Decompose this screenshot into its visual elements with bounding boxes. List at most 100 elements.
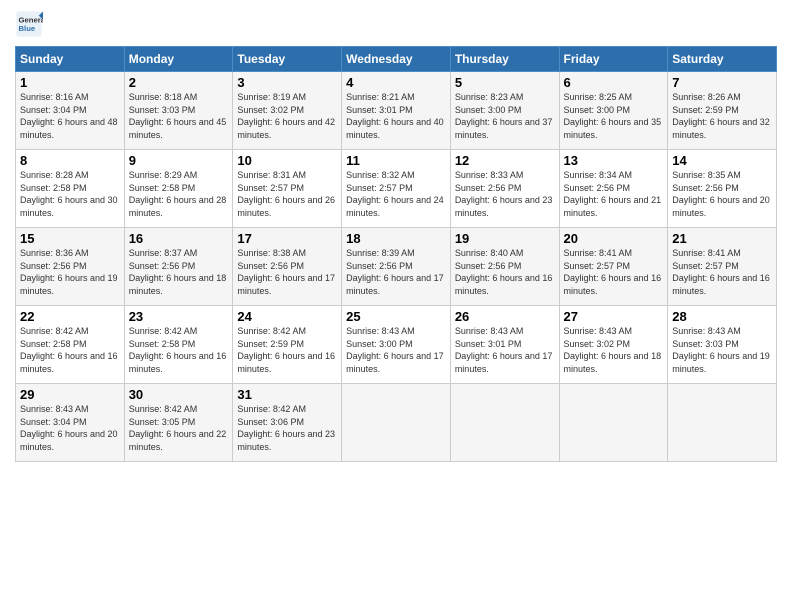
day-number: 18 [346,231,446,246]
day-number: 12 [455,153,555,168]
cell-info: Sunrise: 8:43 AMSunset: 3:02 PMDaylight:… [564,325,664,375]
column-header-monday: Monday [124,47,233,72]
cell-info: Sunrise: 8:36 AMSunset: 2:56 PMDaylight:… [20,247,120,297]
day-number: 30 [129,387,229,402]
day-number: 6 [564,75,664,90]
calendar-cell: 30Sunrise: 8:42 AMSunset: 3:05 PMDayligh… [124,384,233,462]
day-number: 24 [237,309,337,324]
calendar-cell: 19Sunrise: 8:40 AMSunset: 2:56 PMDayligh… [450,228,559,306]
calendar-cell: 25Sunrise: 8:43 AMSunset: 3:00 PMDayligh… [342,306,451,384]
column-header-thursday: Thursday [450,47,559,72]
cell-info: Sunrise: 8:33 AMSunset: 2:56 PMDaylight:… [455,169,555,219]
calendar-cell: 16Sunrise: 8:37 AMSunset: 2:56 PMDayligh… [124,228,233,306]
cell-info: Sunrise: 8:41 AMSunset: 2:57 PMDaylight:… [564,247,664,297]
calendar-cell: 3Sunrise: 8:19 AMSunset: 3:02 PMDaylight… [233,72,342,150]
day-number: 21 [672,231,772,246]
calendar-cell [450,384,559,462]
calendar-body: 1Sunrise: 8:16 AMSunset: 3:04 PMDaylight… [16,72,777,462]
day-number: 26 [455,309,555,324]
cell-info: Sunrise: 8:42 AMSunset: 3:06 PMDaylight:… [237,403,337,453]
column-header-sunday: Sunday [16,47,125,72]
calendar-cell: 1Sunrise: 8:16 AMSunset: 3:04 PMDaylight… [16,72,125,150]
calendar-cell: 23Sunrise: 8:42 AMSunset: 2:58 PMDayligh… [124,306,233,384]
cell-info: Sunrise: 8:32 AMSunset: 2:57 PMDaylight:… [346,169,446,219]
cell-info: Sunrise: 8:19 AMSunset: 3:02 PMDaylight:… [237,91,337,141]
day-number: 8 [20,153,120,168]
calendar-cell: 29Sunrise: 8:43 AMSunset: 3:04 PMDayligh… [16,384,125,462]
calendar-cell: 7Sunrise: 8:26 AMSunset: 2:59 PMDaylight… [668,72,777,150]
calendar-cell: 26Sunrise: 8:43 AMSunset: 3:01 PMDayligh… [450,306,559,384]
day-number: 16 [129,231,229,246]
calendar-table: SundayMondayTuesdayWednesdayThursdayFrid… [15,46,777,462]
svg-text:General: General [19,16,44,25]
day-number: 3 [237,75,337,90]
calendar-cell: 4Sunrise: 8:21 AMSunset: 3:01 PMDaylight… [342,72,451,150]
calendar-cell: 22Sunrise: 8:42 AMSunset: 2:58 PMDayligh… [16,306,125,384]
day-number: 4 [346,75,446,90]
cell-info: Sunrise: 8:16 AMSunset: 3:04 PMDaylight:… [20,91,120,141]
cell-info: Sunrise: 8:37 AMSunset: 2:56 PMDaylight:… [129,247,229,297]
day-number: 14 [672,153,772,168]
cell-info: Sunrise: 8:35 AMSunset: 2:56 PMDaylight:… [672,169,772,219]
calendar-cell: 13Sunrise: 8:34 AMSunset: 2:56 PMDayligh… [559,150,668,228]
day-number: 7 [672,75,772,90]
week-row-5: 29Sunrise: 8:43 AMSunset: 3:04 PMDayligh… [16,384,777,462]
cell-info: Sunrise: 8:29 AMSunset: 2:58 PMDaylight:… [129,169,229,219]
calendar-cell: 14Sunrise: 8:35 AMSunset: 2:56 PMDayligh… [668,150,777,228]
calendar-cell: 5Sunrise: 8:23 AMSunset: 3:00 PMDaylight… [450,72,559,150]
cell-info: Sunrise: 8:42 AMSunset: 2:58 PMDaylight:… [129,325,229,375]
cell-info: Sunrise: 8:40 AMSunset: 2:56 PMDaylight:… [455,247,555,297]
cell-info: Sunrise: 8:43 AMSunset: 3:00 PMDaylight:… [346,325,446,375]
calendar-cell: 9Sunrise: 8:29 AMSunset: 2:58 PMDaylight… [124,150,233,228]
calendar-cell [342,384,451,462]
day-number: 15 [20,231,120,246]
week-row-4: 22 Sunrise: 8:42 AMSunset: 2:58 PMDayligh… [16,306,777,384]
day-number: 9 [129,153,229,168]
day-number: 20 [564,231,664,246]
calendar-cell: 6Sunrise: 8:25 AMSunset: 3:00 PMDaylight… [559,72,668,150]
cell-info: Sunrise: 8:26 AMSunset: 2:59 PMDaylight:… [672,91,772,141]
week-row-3: 15Sunrise: 8:36 AMSunset: 2:56 PMDayligh… [16,228,777,306]
calendar-cell: 15Sunrise: 8:36 AMSunset: 2:56 PMDayligh… [16,228,125,306]
day-number: 10 [237,153,337,168]
calendar-cell: 2Sunrise: 8:18 AMSunset: 3:03 PMDaylight… [124,72,233,150]
calendar-cell [559,384,668,462]
day-number: 31 [237,387,337,402]
calendar-cell: 17Sunrise: 8:38 AMSunset: 2:56 PMDayligh… [233,228,342,306]
cell-info: Sunrise: 8:43 AMSunset: 3:04 PMDaylight:… [20,403,120,453]
calendar-cell: 12Sunrise: 8:33 AMSunset: 2:56 PMDayligh… [450,150,559,228]
cell-info: Sunrise: 8:42 AMSunset: 2:59 PMDaylight:… [237,325,337,375]
calendar-cell: 21Sunrise: 8:41 AMSunset: 2:57 PMDayligh… [668,228,777,306]
day-number: 19 [455,231,555,246]
calendar-cell: 10Sunrise: 8:31 AMSunset: 2:57 PMDayligh… [233,150,342,228]
day-number: 5 [455,75,555,90]
cell-info: Sunrise: 8:43 AMSunset: 3:01 PMDaylight:… [455,325,555,375]
cell-info: Sunrise: 8:39 AMSunset: 2:56 PMDaylight:… [346,247,446,297]
cell-info: Sunrise: 8:31 AMSunset: 2:57 PMDaylight:… [237,169,337,219]
column-header-friday: Friday [559,47,668,72]
cell-info: Sunrise: 8:42 AMSunset: 3:05 PMDaylight:… [129,403,229,453]
calendar-page: General Blue SundayMondayTuesdayWednesda… [0,0,792,612]
calendar-cell: 18Sunrise: 8:39 AMSunset: 2:56 PMDayligh… [342,228,451,306]
day-number: 17 [237,231,337,246]
column-header-tuesday: Tuesday [233,47,342,72]
calendar-cell: 8Sunrise: 8:28 AMSunset: 2:58 PMDaylight… [16,150,125,228]
day-number: 11 [346,153,446,168]
cell-info: Sunrise: 8:41 AMSunset: 2:57 PMDaylight:… [672,247,772,297]
calendar-cell: 27Sunrise: 8:43 AMSunset: 3:02 PMDayligh… [559,306,668,384]
calendar-cell: 24Sunrise: 8:42 AMSunset: 2:59 PMDayligh… [233,306,342,384]
cell-info: Sunrise: 8:38 AMSunset: 2:56 PMDaylight:… [237,247,337,297]
day-number: 22 [20,309,120,324]
cell-info: Sunrise: 8:28 AMSunset: 2:58 PMDaylight:… [20,169,120,219]
cell-info: Sunrise: 8:34 AMSunset: 2:56 PMDaylight:… [564,169,664,219]
calendar-cell: 31Sunrise: 8:42 AMSunset: 3:06 PMDayligh… [233,384,342,462]
logo: General Blue [15,10,43,38]
calendar-cell: 28Sunrise: 8:43 AMSunset: 3:03 PMDayligh… [668,306,777,384]
header-row: SundayMondayTuesdayWednesdayThursdayFrid… [16,47,777,72]
cell-info: Sunrise: 8:18 AMSunset: 3:03 PMDaylight:… [129,91,229,141]
cell-info: Sunrise: 8:21 AMSunset: 3:01 PMDaylight:… [346,91,446,141]
general-blue-logo-icon: General Blue [15,10,43,38]
week-row-1: 1Sunrise: 8:16 AMSunset: 3:04 PMDaylight… [16,72,777,150]
day-number: 23 [129,309,229,324]
calendar-cell: 20Sunrise: 8:41 AMSunset: 2:57 PMDayligh… [559,228,668,306]
